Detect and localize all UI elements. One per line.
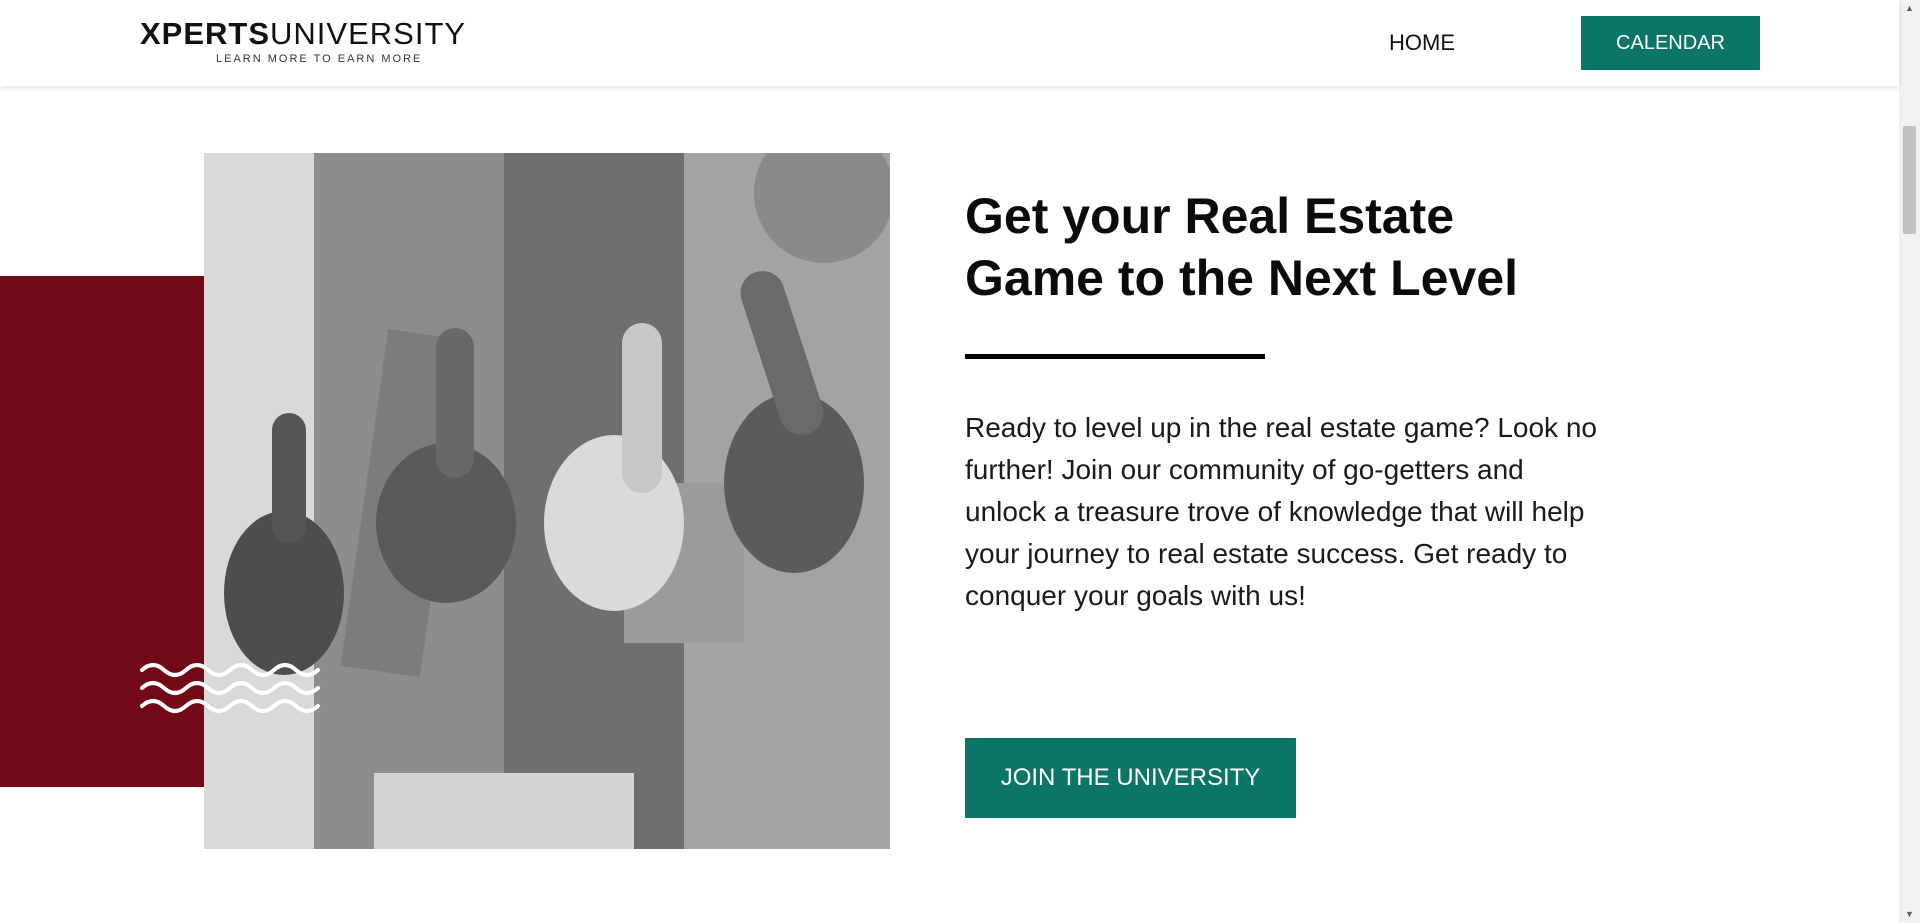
hero-description: Ready to level up in the real estate gam… (965, 407, 1705, 617)
site-header: XPERTS UNIVERSITY LEARN MORE TO EARN MOR… (0, 0, 1899, 86)
calendar-button[interactable]: CALENDAR (1581, 16, 1760, 70)
photo-illustration (204, 153, 890, 849)
hero-description-line: your journey to real estate success. Get… (965, 538, 1568, 569)
hero-heading-line1: Get your Real Estate (965, 188, 1455, 244)
hero-heading-line2: Game to the Next Level (965, 250, 1518, 306)
logo-tagline: LEARN MORE TO EARN MORE (216, 53, 423, 65)
group-thumbs-up-photo (204, 153, 890, 849)
page: XPERTS UNIVERSITY LEARN MORE TO EARN MOR… (0, 0, 1920, 923)
hero-heading: Get your Real Estate Game to the Next Le… (965, 185, 1665, 309)
logo-bold-text: XPERTS (140, 16, 271, 51)
heading-divider (965, 354, 1265, 359)
scroll-down-icon[interactable]: ▼ (1899, 906, 1920, 923)
page-scrollbar[interactable]: ▲ ▼ (1899, 0, 1920, 923)
hero-description-line: Ready to level up in the real estate gam… (965, 412, 1597, 443)
logo-light-text: UNIVERSITY (270, 16, 467, 51)
hero-description-line: unlock a treasure trove of knowledge tha… (965, 496, 1585, 527)
wave-decoration-icon (140, 663, 320, 713)
site-logo[interactable]: XPERTS UNIVERSITY LEARN MORE TO EARN MOR… (140, 18, 480, 68)
nav-home-link[interactable]: HOME (1389, 30, 1455, 56)
scroll-up-icon[interactable]: ▲ (1899, 0, 1920, 17)
hero-description-line: further! Join our community of go-getter… (965, 454, 1524, 485)
scrollbar-thumb[interactable] (1903, 126, 1916, 234)
join-university-button[interactable]: JOIN THE UNIVERSITY (965, 738, 1296, 818)
logo-wordmark: XPERTS UNIVERSITY (140, 18, 480, 49)
hero-description-line: conquer your goals with us! (965, 580, 1306, 611)
